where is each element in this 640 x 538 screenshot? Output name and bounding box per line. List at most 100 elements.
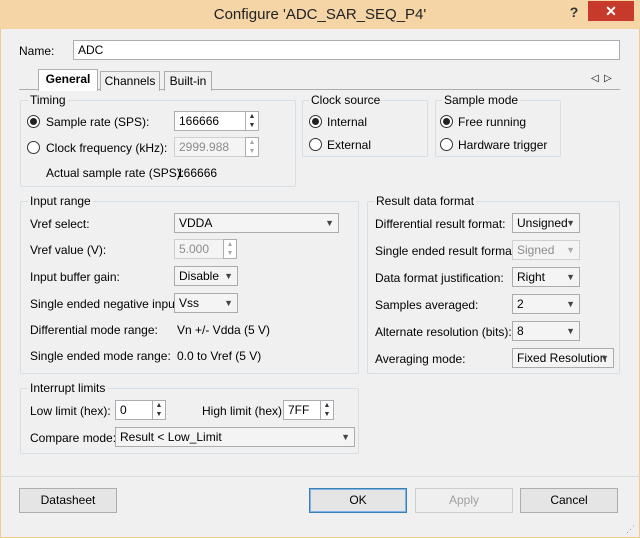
footer-divider: [0, 476, 640, 477]
sample-rate-radio-icon[interactable]: [27, 115, 40, 128]
chevron-down-icon: ▼: [600, 353, 609, 363]
se-neg-input-dropdown[interactable]: Vss ▼: [174, 293, 238, 313]
se-format-value: Signed: [517, 243, 555, 257]
chevron-down-icon: ▼: [224, 271, 233, 281]
samples-avg-dropdown[interactable]: 2 ▼: [512, 294, 580, 314]
diff-format-label: Differential result format:: [375, 217, 506, 231]
sample-rate-spinner[interactable]: ▲ ▼: [245, 111, 259, 131]
internal-label: Internal: [327, 115, 368, 129]
clock-freq-label: Clock frequency (kHz):: [46, 141, 168, 155]
se-format-dropdown: Signed ▼: [512, 240, 580, 260]
internal-radio-icon[interactable]: [309, 115, 322, 128]
sample-rate-label: Sample rate (SPS):: [46, 115, 150, 129]
avg-mode-value: Fixed Resolution: [517, 351, 607, 365]
compare-mode-value: Result < Low_Limit: [120, 430, 222, 444]
spin-up-icon[interactable]: ▲: [246, 112, 258, 121]
actual-rate-value: 166666: [177, 166, 218, 180]
avg-mode-dropdown[interactable]: Fixed Resolution ▼: [512, 348, 614, 368]
vref-value-label: Vref value (V):: [30, 243, 107, 257]
avg-mode-label: Averaging mode:: [375, 352, 466, 366]
high-limit-label: High limit (hex):: [202, 404, 286, 418]
buffer-gain-dropdown[interactable]: Disable ▼: [174, 266, 238, 286]
spin-down-icon: ▼: [248, 148, 256, 155]
buffer-gain-value: Disable: [179, 269, 220, 283]
external-label: External: [327, 138, 372, 152]
hardware-trigger-label: Hardware trigger: [458, 138, 548, 152]
spin-down-icon[interactable]: ▼: [246, 121, 258, 130]
vref-select-label: Vref select:: [30, 217, 90, 231]
cancel-button[interactable]: Cancel: [520, 488, 618, 513]
external-radio-icon[interactable]: [309, 138, 322, 151]
free-running-radio-icon[interactable]: [440, 115, 453, 128]
tab-channels[interactable]: Channels: [100, 71, 160, 91]
chevron-down-icon: ▼: [566, 272, 575, 282]
chevron-down-icon: ▼: [224, 298, 233, 308]
hardware-trigger-radio-icon[interactable]: [440, 138, 453, 151]
ok-button[interactable]: OK: [309, 488, 407, 513]
diff-range-label: Differential mode range:: [30, 323, 158, 337]
alt-res-label: Alternate resolution (bits):: [375, 325, 512, 339]
spin-down-icon[interactable]: ▼: [321, 410, 333, 419]
tab-general[interactable]: General: [38, 69, 98, 91]
low-limit-input[interactable]: 0: [115, 400, 153, 420]
help-button[interactable]: ?: [560, 2, 588, 24]
spin-up-icon: ▲: [248, 139, 256, 146]
chevron-down-icon: ▼: [566, 326, 575, 336]
chevron-down-icon: ▼: [566, 299, 575, 309]
high-limit-spinner[interactable]: ▲ ▼: [320, 400, 334, 420]
interrupt-title: Interrupt limits: [28, 381, 108, 395]
close-button[interactable]: ✕: [588, 1, 634, 21]
vref-select-value: VDDA: [179, 216, 213, 230]
input-range-title: Input range: [28, 194, 93, 208]
samples-avg-value: 2: [517, 297, 524, 311]
chevron-down-icon: ▼: [325, 218, 334, 228]
timing-title: Timing: [28, 93, 68, 107]
high-limit-input[interactable]: 7FF: [283, 400, 321, 420]
apply-button: Apply: [415, 488, 513, 513]
sample-mode-title: Sample mode: [442, 93, 521, 107]
clock-freq-spinner: ▲ ▼: [245, 137, 259, 157]
samples-avg-label: Samples averaged:: [375, 298, 479, 312]
diff-format-value: Unsigned: [517, 216, 568, 230]
alt-res-dropdown[interactable]: 8 ▼: [512, 321, 580, 341]
vref-select-dropdown[interactable]: VDDA ▼: [174, 213, 339, 233]
alt-res-value: 8: [517, 324, 524, 338]
spin-up-icon[interactable]: ▲: [153, 401, 165, 410]
spin-up-icon[interactable]: ▲: [321, 401, 333, 410]
spin-down-icon[interactable]: ▼: [153, 410, 165, 419]
name-label: Name:: [19, 44, 55, 58]
sample-rate-input[interactable]: 166666: [174, 111, 246, 131]
compare-mode-dropdown[interactable]: Result < Low_Limit ▼: [115, 427, 355, 447]
compare-mode-label: Compare mode:: [30, 431, 117, 445]
spin-down-icon: ▼: [226, 250, 234, 257]
resize-grip-icon[interactable]: ⋰: [626, 524, 635, 535]
se-neg-input-value: Vss: [179, 296, 200, 310]
chevron-down-icon: ▼: [566, 245, 575, 255]
clock-freq-input: 2999.988: [174, 137, 246, 157]
se-neg-input-label: Single ended negative input:: [30, 297, 182, 311]
low-limit-spinner[interactable]: ▲ ▼: [152, 400, 166, 420]
se-range-value: 0.0 to Vref (5 V): [177, 349, 262, 363]
buffer-gain-label: Input buffer gain:: [30, 270, 120, 284]
name-input[interactable]: ADC: [73, 40, 620, 60]
justification-label: Data format justification:: [375, 271, 504, 285]
se-format-label: Single ended result format:: [375, 244, 519, 258]
datasheet-button[interactable]: Datasheet: [19, 488, 117, 513]
tab-scroll-left-icon[interactable]: ◁: [591, 73, 599, 84]
se-range-label: Single ended mode range:: [30, 349, 171, 363]
justification-dropdown[interactable]: Right ▼: [512, 267, 580, 287]
spin-up-icon: ▲: [226, 241, 234, 248]
justification-value: Right: [517, 270, 546, 284]
clock-freq-radio-icon[interactable]: [27, 141, 40, 154]
vref-value-input: 5.000: [174, 239, 224, 259]
tab-scroll-right-icon[interactable]: ▷: [604, 73, 612, 84]
chevron-down-icon: ▼: [566, 218, 575, 228]
vref-value-spinner: ▲ ▼: [223, 239, 237, 259]
diff-range-value: Vn +/- Vdda (5 V): [177, 323, 271, 337]
tab-built-in[interactable]: Built-in: [164, 71, 212, 91]
window-title: Configure 'ADC_SAR_SEQ_P4': [213, 6, 427, 23]
clock-source-title: Clock source: [309, 93, 383, 107]
actual-rate-label: Actual sample rate (SPS):: [46, 166, 185, 180]
diff-format-dropdown[interactable]: Unsigned ▼: [512, 213, 580, 233]
low-limit-label: Low limit (hex):: [30, 404, 111, 418]
